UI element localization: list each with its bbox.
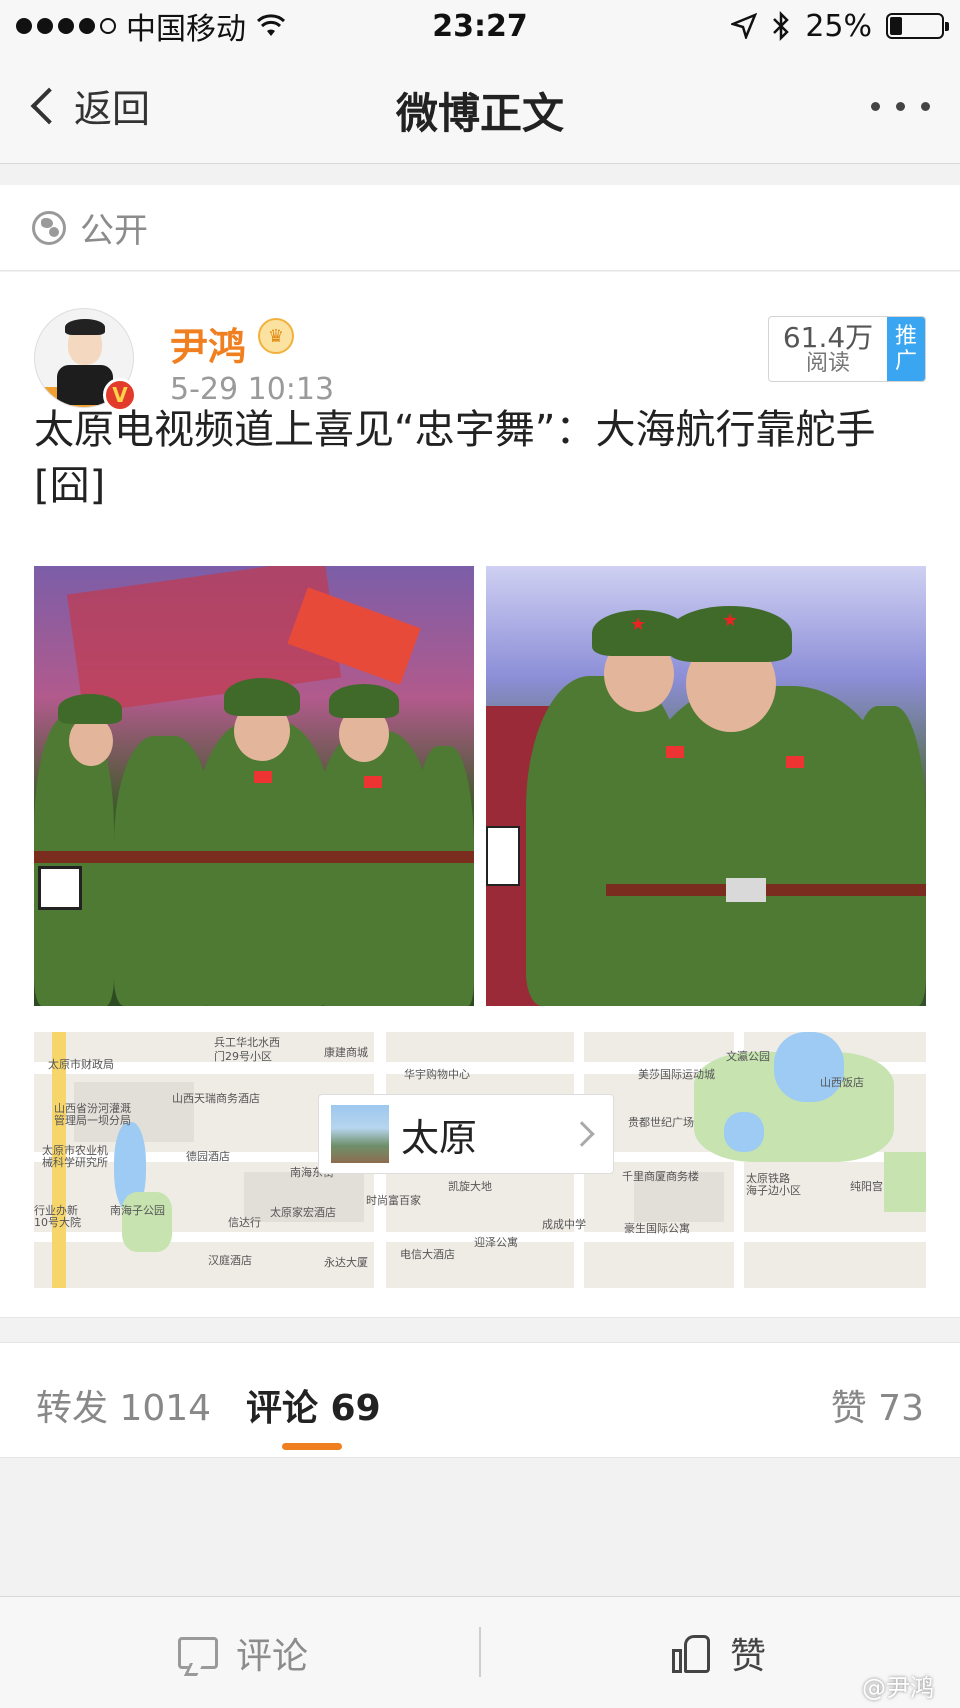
comment-button-label: 评论 <box>236 1636 309 1677</box>
map-label: 汉庭酒店 <box>208 1254 252 1267</box>
map-label: 凯旋大地 <box>448 1180 492 1193</box>
bottom-action-bar: 评论 赞 <box>0 1596 960 1708</box>
map-label: 豪生国际公寓 <box>624 1222 690 1235</box>
promote-label-2: 广 <box>894 349 917 374</box>
like-button[interactable]: 赞 <box>672 1627 766 1679</box>
location-arrow-icon <box>731 13 758 39</box>
like-button-label: 赞 <box>730 1636 767 1677</box>
tab-like[interactable]: 赞 73 <box>831 1379 924 1431</box>
more-options-icon[interactable] <box>871 102 930 111</box>
status-right: 25% <box>731 8 949 44</box>
promote-button[interactable]: 推 广 <box>887 317 925 381</box>
city-thumbnail <box>331 1105 389 1163</box>
map-label: 10号大院 <box>34 1216 81 1229</box>
post-card: V 尹鸿 ♛ 5-29 10:13 61.4万 阅读 推 广 太原电视频道上喜见… <box>0 272 960 1318</box>
map-label: 纯阳宫 <box>850 1180 883 1193</box>
watermark: @尹鸿 <box>862 1674 934 1702</box>
map-label: 美莎国际运动城 <box>638 1068 715 1081</box>
map-label: 电信大酒店 <box>400 1248 455 1261</box>
battery-icon <box>886 13 949 39</box>
nav-bar: 返回 微博正文 <box>0 52 960 164</box>
map-label: 太原家宏酒店 <box>270 1206 336 1219</box>
engagement-tabs: 转发 1014 评论 69 赞 73 <box>0 1342 960 1458</box>
map-label: 德园酒店 <box>186 1150 230 1163</box>
map-label: 永达大厦 <box>324 1256 368 1269</box>
map-label: 太原市财政局 <box>48 1058 114 1071</box>
promote-label-1: 推 <box>894 323 917 349</box>
author-name[interactable]: 尹鸿 <box>170 316 246 371</box>
battery-percent: 25% <box>805 8 872 44</box>
bluetooth-icon <box>773 10 790 42</box>
map-label: 门29号小区 <box>214 1050 272 1063</box>
map-label: 千里商厦商务楼 <box>622 1170 699 1183</box>
read-count-badge[interactable]: 61.4万 阅读 推 广 <box>768 316 926 382</box>
tab-active-indicator <box>282 1443 342 1450</box>
vip-crown-icon[interactable]: ♛ <box>258 318 294 354</box>
location-popup[interactable]: 太原 <box>318 1094 614 1174</box>
map-label: 时尚富百家 <box>366 1194 421 1207</box>
map-label: 山西饭店 <box>820 1076 864 1089</box>
status-bar: 中国移动 23:27 25% <box>0 0 960 52</box>
map-label: 华宇购物中心 <box>404 1068 470 1081</box>
location-map[interactable]: 兵工华北水西 门29号小区 太原市财政局 康建商城 华宇购物中心 美莎国际运动城… <box>34 1032 926 1288</box>
post-image-1[interactable] <box>34 566 474 1006</box>
read-count-label: 阅读 <box>805 351 850 377</box>
map-label: 管理局一坝分局 <box>54 1114 131 1127</box>
location-city: 太原 <box>401 1115 478 1160</box>
map-label: 贵都世纪广场 <box>628 1116 694 1129</box>
visibility-row: 公开 <box>0 185 960 271</box>
map-label: 械科学研究所 <box>42 1156 108 1169</box>
signal-icon <box>16 18 116 34</box>
read-count: 61.4万 <box>782 320 874 354</box>
visibility-label: 公开 <box>80 211 148 251</box>
tab-comment[interactable]: 评论 69 <box>246 1379 381 1431</box>
wifi-icon <box>256 14 286 36</box>
map-label: 迎泽公寓 <box>474 1236 518 1249</box>
page-title: 微博正文 <box>395 89 564 138</box>
divider <box>479 1627 481 1677</box>
map-label: 文瀛公园 <box>726 1050 770 1063</box>
globe-icon <box>32 210 66 245</box>
map-label: 南海子公园 <box>110 1204 165 1217</box>
status-left: 中国移动 <box>16 4 286 48</box>
chevron-right-icon <box>569 1121 595 1147</box>
carrier-label: 中国移动 <box>126 12 246 47</box>
comment-icon <box>178 1637 218 1669</box>
post-text: 太原电视频道上喜见“忠字舞”：大海航行靠舵手[囧] <box>34 407 876 509</box>
post-image-2[interactable]: ★ ★ <box>486 566 926 1006</box>
map-label: 山西天瑞商务酒店 <box>172 1092 260 1105</box>
comment-button[interactable]: 评论 <box>178 1627 308 1679</box>
map-label: 信达行 <box>228 1216 261 1229</box>
map-label: 海子边小区 <box>746 1184 801 1197</box>
map-label: 康建商城 <box>324 1046 368 1059</box>
map-label: 成成中学 <box>542 1218 586 1231</box>
tab-repost[interactable]: 转发 1014 <box>36 1379 211 1431</box>
thumbs-up-icon <box>672 1633 712 1673</box>
